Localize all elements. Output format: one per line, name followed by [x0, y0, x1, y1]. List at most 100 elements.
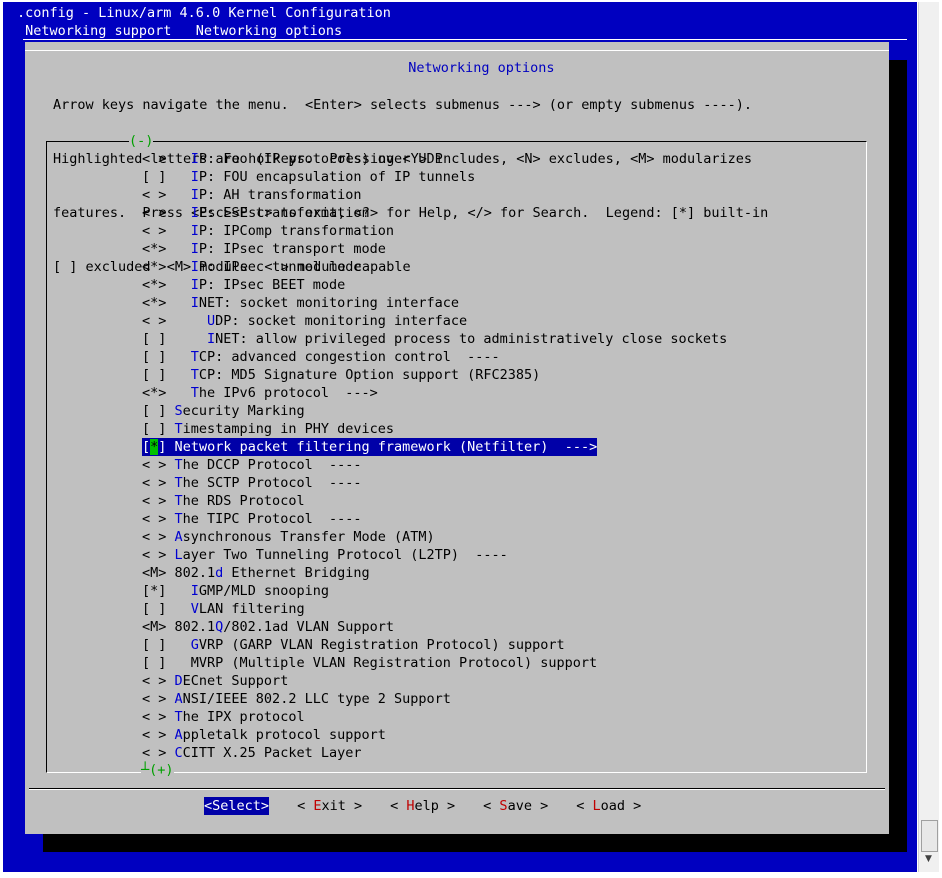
- button-label: ave >: [507, 798, 549, 814]
- menu-item-state: [ ]: [142, 601, 191, 617]
- button-label: elp >: [414, 798, 456, 814]
- menu-item[interactable]: < > Appletalk protocol support: [142, 726, 727, 744]
- menu-item[interactable]: [ ] TCP: MD5 Signature Option support (R…: [142, 366, 727, 384]
- menu-item[interactable]: < > Layer Two Tunneling Protocol (L2TP) …: [142, 546, 727, 564]
- menu-items: < > IP: Foo (IP protocols) over UDP[ ] I…: [142, 150, 727, 762]
- menu-item-state: <*>: [142, 259, 191, 275]
- menu-item[interactable]: [ ] INET: allow privileged process to ad…: [142, 330, 727, 348]
- menu-item-label: he IPv6 protocol --->: [198, 385, 378, 401]
- menu-item-label: P: IPsec transport mode: [198, 241, 386, 257]
- menu-item[interactable]: < > IP: Foo (IP protocols) over UDP: [142, 150, 727, 168]
- menu-item[interactable]: < > UDP: socket monitoring interface: [142, 312, 727, 330]
- scroll-up-indicator[interactable]: (-): [129, 132, 154, 150]
- select-button[interactable]: <Select>: [204, 797, 270, 815]
- button-bracket: <: [297, 798, 314, 814]
- menu-item-state: <M> 802.1: [142, 619, 216, 635]
- menu-item[interactable]: <*> IP: IPsec tunnel mode: [142, 258, 727, 276]
- menu-item-hotkey: A: [174, 529, 183, 545]
- scroll-down-indicator[interactable]: ┴(+): [141, 761, 174, 779]
- menu-item[interactable]: < > The DCCP Protocol ----: [142, 456, 727, 474]
- menu-item[interactable]: <M> 802.1Q/802.1ad VLAN Support: [142, 618, 727, 636]
- menu-item-state: < >: [142, 493, 175, 509]
- menu-item-state: < >: [142, 475, 175, 491]
- button-hotkey: L: [592, 798, 601, 814]
- menu-item-hotkey: T: [174, 457, 183, 473]
- breadcrumb: Networking support Networking options: [17, 23, 351, 39]
- exit-button[interactable]: < Exit >: [297, 797, 362, 815]
- menu-item-label: ppletalk protocol support: [182, 727, 386, 743]
- menu-item[interactable]: <M> 802.1d Ethernet Bridging: [142, 564, 727, 582]
- menu-item-label: P: Foo (IP protocols) over UDP: [198, 151, 443, 167]
- menu-item-state: [: [142, 439, 151, 455]
- menu-item-label: P: AH transformation: [198, 187, 362, 203]
- breadcrumb-divider: [23, 39, 907, 40]
- menu-item[interactable]: [*] IGMP/MLD snooping: [142, 582, 727, 600]
- menu-item-hotkey: D: [174, 673, 183, 689]
- button-label: oad >: [600, 798, 642, 814]
- button-bracket: <: [483, 798, 500, 814]
- menu-item-state: < >: [142, 547, 175, 563]
- load-button[interactable]: < Load >: [576, 797, 641, 815]
- menu-item-state: [*]: [142, 583, 191, 599]
- menu-item-hotkey: T: [174, 493, 183, 509]
- menu-item[interactable]: <*> IP: IPsec BEET mode: [142, 276, 727, 294]
- menu-item[interactable]: < > CCITT X.25 Packet Layer: [142, 744, 727, 762]
- menu-item[interactable]: < > The RDS Protocol: [142, 492, 727, 510]
- menu-item[interactable]: < > The SCTP Protocol ----: [142, 474, 727, 492]
- menu-item-hotkey: T: [174, 709, 183, 725]
- menu-item[interactable]: [ ] IP: FOU encapsulation of IP tunnels: [142, 168, 727, 186]
- menu-item[interactable]: < > The TIPC Protocol ----: [142, 510, 727, 528]
- menu-item[interactable]: [ ] Timestamping in PHY devices: [142, 420, 727, 438]
- save-button[interactable]: < Save >: [483, 797, 548, 815]
- menu-item-label: P: IPsec tunnel mode: [198, 259, 362, 275]
- menu-item[interactable]: [*] Network packet filtering framework (…: [142, 438, 598, 456]
- menu-item-label: ecurity Marking: [182, 403, 305, 419]
- menu-item[interactable]: < > The IPX protocol: [142, 708, 727, 726]
- menu-item-hotkey: T: [190, 367, 199, 383]
- menu-item[interactable]: [ ] Security Marking: [142, 402, 727, 420]
- menu-item-label: LAN filtering: [198, 601, 305, 617]
- menu-item-label: GMP/MLD snooping: [198, 583, 329, 599]
- menu-item-state: < >: [142, 205, 191, 221]
- menu-item-label: VRP (GARP VLAN Registration Protocol) su…: [198, 637, 565, 653]
- menu-item-hotkey: U: [207, 313, 216, 329]
- menu-item-label: he DCCP Protocol ----: [182, 457, 362, 473]
- window-scrollbar[interactable]: ▼: [918, 2, 939, 872]
- menu-item[interactable]: < > Asynchronous Transfer Mode (ATM): [142, 528, 727, 546]
- menu-item-label: P: IPsec BEET mode: [198, 277, 346, 293]
- menu-item[interactable]: < > IP: AH transformation: [142, 186, 727, 204]
- menu-item-hotkey: A: [174, 691, 183, 707]
- menu-item-label: he RDS Protocol: [182, 493, 305, 509]
- menu-item[interactable]: < > DECnet Support: [142, 672, 727, 690]
- menu-item-state: [ ]: [142, 421, 175, 437]
- down-arrow-icon[interactable]: ▼: [921, 854, 936, 869]
- menu-item-state: ]: [158, 439, 175, 455]
- button-hotkey: S: [499, 798, 508, 814]
- menu-item-hotkey: L: [174, 547, 183, 563]
- menu-item[interactable]: <*> IP: IPsec transport mode: [142, 240, 727, 258]
- menu-item-label: he TIPC Protocol ----: [182, 511, 362, 527]
- menu-item-hotkey: T: [190, 349, 199, 365]
- help-button[interactable]: < Help >: [390, 797, 455, 815]
- button-bar: <Select> < Exit > < Help > < Save > < Load >: [204, 797, 669, 815]
- menu-item-state: [ ]: [142, 637, 191, 653]
- menu-item[interactable]: <*> INET: socket monitoring interface: [142, 294, 727, 312]
- menu-item-label: synchronous Transfer Mode (ATM): [182, 529, 435, 545]
- menu-item[interactable]: <*> The IPv6 protocol --->: [142, 384, 727, 402]
- menu-item[interactable]: [ ] MVRP (Multiple VLAN Registration Pro…: [142, 654, 727, 672]
- menu-item[interactable]: [ ] GVRP (GARP VLAN Registration Protoco…: [142, 636, 727, 654]
- menu-item-hotkey: I: [190, 259, 199, 275]
- menu-item-state: [ ]: [142, 349, 191, 365]
- menu-item[interactable]: < > IP: IPComp transformation: [142, 222, 727, 240]
- menu-item-state: [ ]: [142, 403, 175, 419]
- menu-item[interactable]: < > IP: ESP transformation: [142, 204, 727, 222]
- scrollbar-thumb[interactable]: [921, 820, 938, 852]
- button-hotkey: H: [406, 798, 415, 814]
- menu-item[interactable]: [ ] TCP: advanced congestion control ---…: [142, 348, 727, 366]
- menu-item[interactable]: [ ] VLAN filtering: [142, 600, 727, 618]
- menu-item-label: etwork packet filtering framework (Netfi…: [182, 439, 598, 455]
- menu-item-state: < >: [142, 529, 175, 545]
- menu-item[interactable]: < > ANSI/IEEE 802.2 LLC type 2 Support: [142, 690, 727, 708]
- menu-item-label: P: FOU encapsulation of IP tunnels: [198, 169, 476, 185]
- menu-item-state: < >: [142, 745, 175, 761]
